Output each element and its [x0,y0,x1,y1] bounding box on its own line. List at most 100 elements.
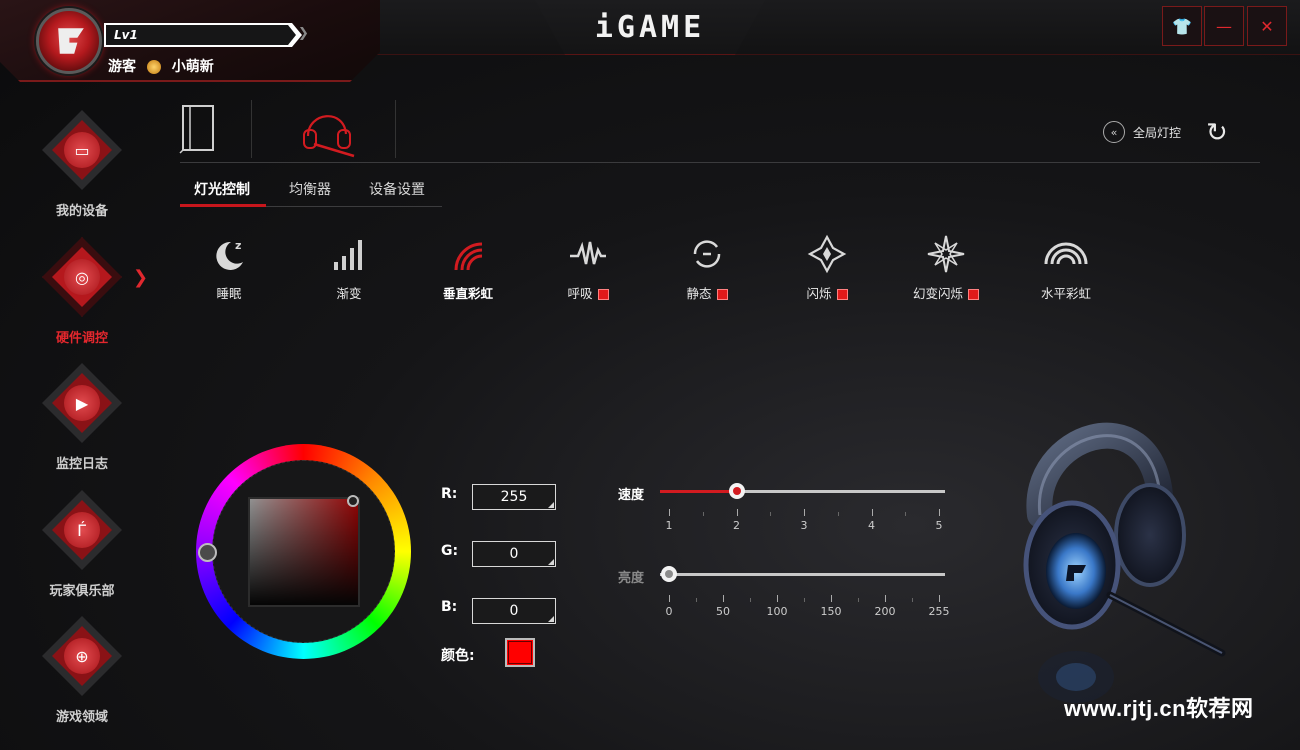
tab-light-control[interactable]: 灯光控制 [194,179,250,199]
nav-diamond: ▶ [42,363,122,443]
sidebar-item-label: 监控日志 [55,457,108,472]
b-input[interactable]: 0 [472,598,556,624]
tick-label: 50 [716,605,730,618]
effect-label-text: 闪烁 [806,286,832,301]
tick-label: 4 [868,519,875,532]
tick-label: 100 [766,605,788,618]
avatar[interactable] [36,8,102,74]
moon-sleep-icon: z [184,232,274,276]
brightness-slider[interactable] [660,566,945,582]
tick-mark [669,595,670,602]
effect-label: 垂直彩虹 [442,286,493,301]
tick-label: 0 [665,605,673,618]
brightness-label: 亮度 [618,571,645,586]
tab-device-settings[interactable]: 设备设置 [369,179,425,199]
skin-button[interactable]: 👕 [1162,6,1202,46]
close-button[interactable]: ✕ [1247,6,1287,46]
rank-badge-icon [146,60,161,74]
level-bar: Lv1 [104,23,302,47]
tick-mark [871,509,873,516]
color-indicator [836,289,848,300]
nav-diamond: ▭ [42,110,122,190]
color-label: 颜色: [441,648,475,664]
r-input[interactable]: 255 [472,484,556,510]
tick-mark [736,509,738,516]
saturation-value-picker[interactable] [248,497,360,607]
effect-static[interactable]: 静态 [662,232,752,302]
nav-diamond: Ѓ [42,490,122,570]
color-indicator [968,289,979,300]
tick-label: 1 [665,519,673,532]
signal-bars-icon [304,232,394,276]
tick-mark [939,509,940,516]
tick-mark-minor [858,598,859,602]
effect-label-text: 静态 [686,286,712,301]
brightness-slider-thumb[interactable] [661,566,677,582]
tick-mark [831,595,832,602]
effect-breathing[interactable]: 呼吸 [543,232,633,302]
color-swatch[interactable] [505,638,535,667]
play-record-icon: ▶ [64,385,100,421]
active-indicator-chevron-icon: ❯ [133,267,149,288]
sparkle-icon [901,232,991,276]
tick-label: 255 [928,605,950,618]
refresh-icon[interactable]: ↻ [1206,118,1228,148]
logo-plate: iGAME [535,0,765,55]
effect-label-text: 呼吸 [567,286,593,301]
igame-logo-icon [58,28,84,54]
minimize-icon: — [1216,16,1232,36]
star-blink-icon [782,232,872,276]
global-light-button[interactable]: « 全局灯控 [1103,121,1181,143]
tick-mark [723,595,724,602]
speed-ticks: 1 2 3 4 5 [665,509,943,533]
device-tab-pc-case[interactable] [178,102,220,154]
gamepad-icon: ⊕ [64,638,100,674]
level-text: Lv1 [114,28,138,42]
divider [180,162,1260,163]
chevron-double-left-icon: « [1103,121,1125,143]
effect-gradient[interactable]: 渐变 [304,232,394,302]
tick-mark [939,595,940,602]
tick-mark [669,509,670,516]
tick-mark-minor [696,598,697,602]
headset-product-image [1000,405,1260,725]
horizontal-rainbow-icon [1021,232,1111,276]
device-tab-headset[interactable] [300,100,360,158]
effect-label: 静态 [662,283,752,302]
thumb-dot [665,570,673,578]
speed-slider[interactable] [660,483,945,499]
tick-mark [804,509,805,516]
tab-equalizer[interactable]: 均衡器 [289,179,331,199]
nav-diamond: ◎ [42,237,122,317]
effect-sleep[interactable]: z 睡眠 [184,232,274,302]
r-label: R: [441,486,458,502]
minimize-button[interactable]: — [1204,6,1244,46]
effect-label: 水平彩虹 [1040,286,1091,301]
tick-label: 150 [820,605,842,618]
color-indicator [716,289,728,300]
speed-label: 速度 [618,488,645,503]
g-input[interactable]: 0 [472,541,556,567]
tick-mark [777,595,778,602]
sv-picker-handle[interactable] [347,495,359,507]
effect-horizontal-rainbow[interactable]: 水平彩虹 [1021,232,1111,302]
effect-magic-blink[interactable]: 幻变闪烁 [901,232,991,302]
sidebar-item-label: 硬件调控 [55,331,108,346]
app-logo: iGAME [594,10,706,45]
skin-icon: 👕 [1172,16,1192,36]
effect-vertical-rainbow[interactable]: 垂直彩虹 [423,232,513,302]
active-tab-underline [180,204,266,207]
tick-label: 3 [800,519,808,532]
igame-logo-icon: Ѓ [64,512,100,548]
effect-blink[interactable]: 闪烁 [782,232,872,302]
effect-label: 幻变闪烁 [901,283,991,302]
device-separator [395,100,396,158]
brightness-ticks: 0 50 100 150 200 255 [665,595,950,619]
title-bar: Lv1 ❯ 游客 小萌新 iGAME 👕 — ✕ [0,0,1300,82]
dpad-icon: ◎ [64,259,100,295]
subtab-bar: 灯光控制 均衡器 设备设置 [180,172,442,207]
svg-text:z: z [235,239,241,252]
hue-ring-handle[interactable] [198,543,217,562]
tick-label: 5 [935,519,943,532]
speed-slider-thumb[interactable] [728,483,745,499]
